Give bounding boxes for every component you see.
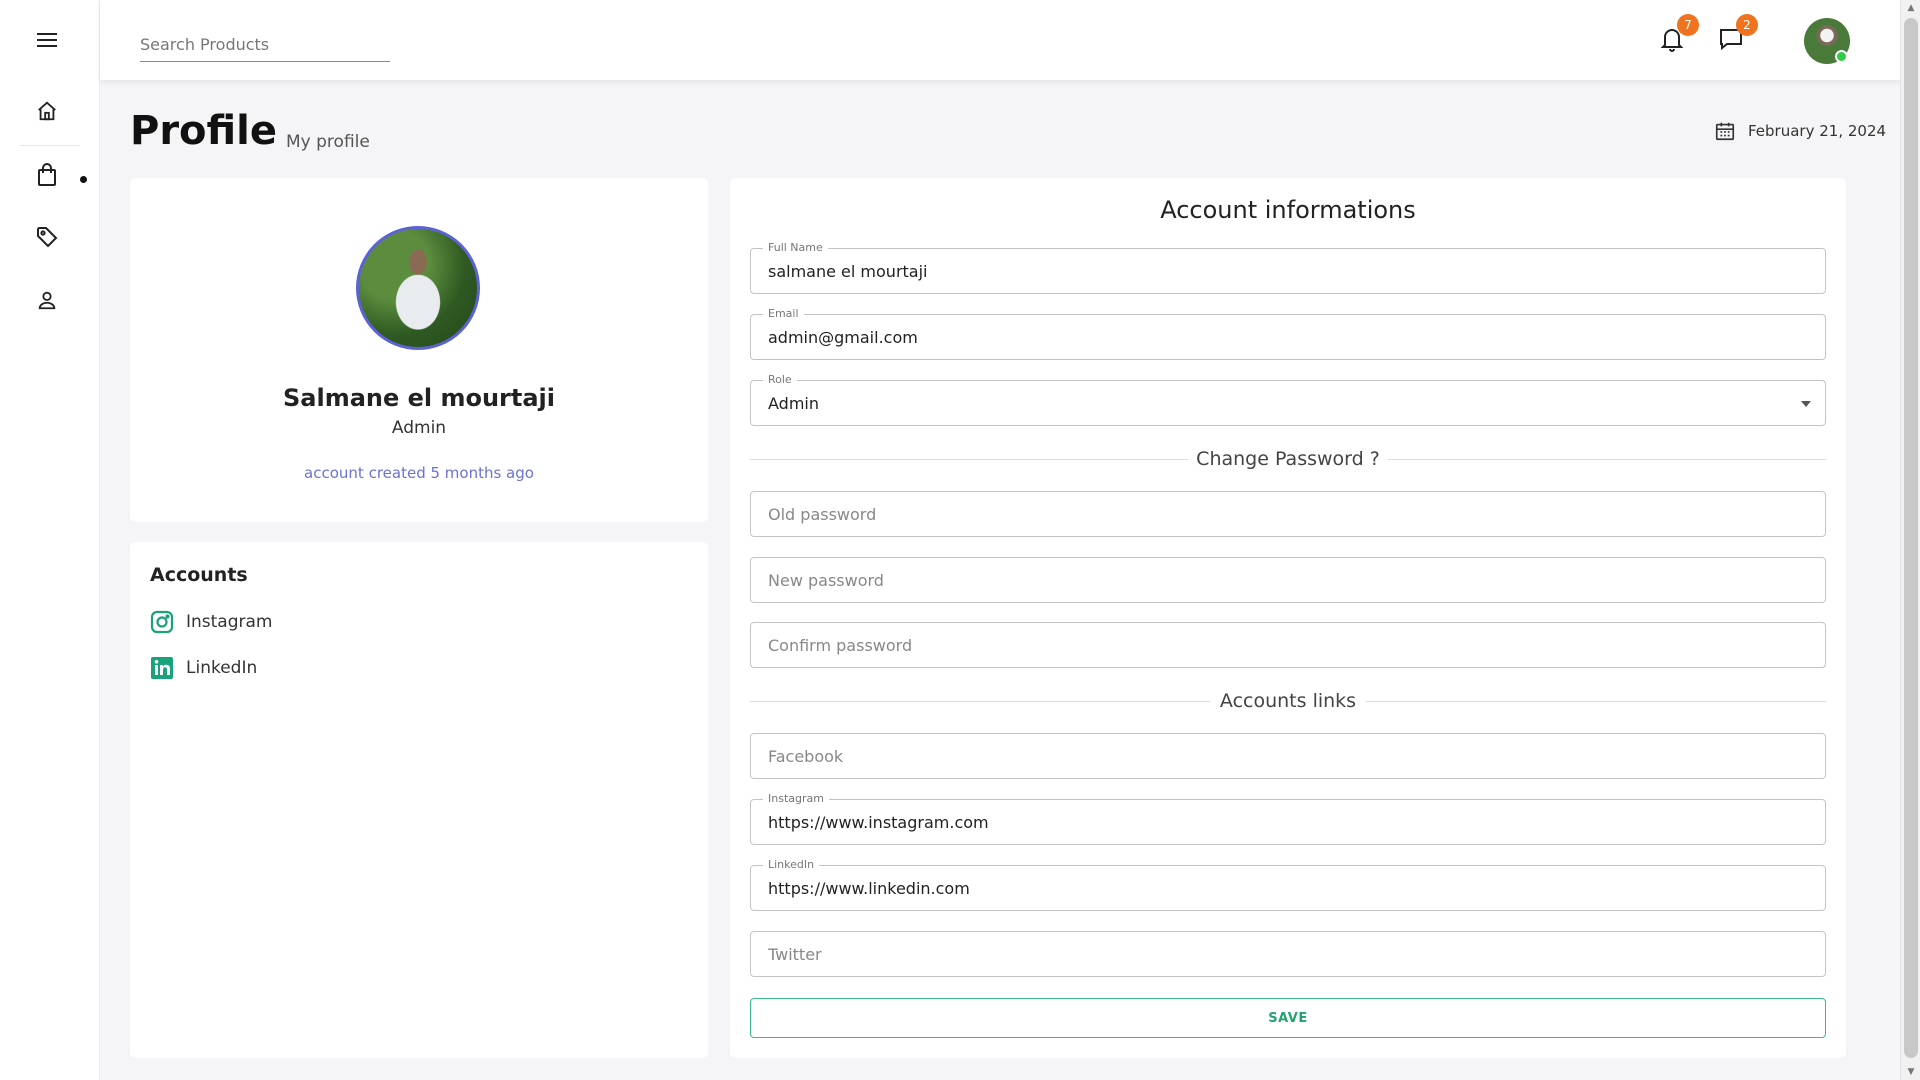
- scroll-thumb[interactable]: [1904, 18, 1918, 1058]
- full-name-field: Full Name: [750, 241, 1826, 294]
- user-icon[interactable]: [30, 283, 64, 317]
- old-password-field: [750, 491, 1826, 537]
- email-label: Email: [763, 307, 804, 320]
- online-status-dot: [1835, 50, 1848, 63]
- facebook-input[interactable]: [751, 734, 1825, 778]
- messages-badge: 2: [1736, 14, 1758, 36]
- account-item-label: Instagram: [186, 612, 273, 632]
- twitter-input[interactable]: [751, 932, 1825, 976]
- sidebar-divider: [20, 145, 80, 146]
- role-label: Role: [763, 373, 797, 386]
- email-input[interactable]: [751, 315, 1825, 359]
- shopping-bag-icon[interactable]: [30, 158, 64, 192]
- profile-role: Admin: [391, 418, 447, 438]
- account-created-text: account created 5 months ago: [304, 464, 534, 482]
- account-form-card: Account informations Full Name Email Rol…: [730, 178, 1846, 1058]
- linkedin-field: LinkedIn: [750, 858, 1826, 911]
- linkedin-input[interactable]: [751, 866, 1825, 910]
- active-indicator-dot: [80, 176, 87, 183]
- messages-chat-icon[interactable]: 2: [1714, 14, 1758, 56]
- full-name-input[interactable]: [751, 249, 1825, 293]
- topbar: 7 2: [100, 0, 1900, 80]
- sidebar: [0, 0, 100, 1080]
- twitter-field: [750, 931, 1826, 977]
- home-icon[interactable]: [30, 94, 64, 128]
- confirm-password-input[interactable]: [751, 623, 1825, 667]
- full-name-label: Full Name: [763, 241, 828, 254]
- instagram-field: Instagram: [750, 792, 1826, 845]
- new-password-input[interactable]: [751, 558, 1825, 602]
- accounts-card: Accounts Instagram LinkedIn: [130, 542, 708, 1058]
- confirm-password-field: [750, 622, 1826, 668]
- facebook-field: [750, 733, 1826, 779]
- instagram-input[interactable]: [751, 800, 1825, 844]
- date-display: February 21, 2024: [1714, 120, 1886, 142]
- notifications-badge: 7: [1677, 14, 1699, 36]
- scroll-down-icon[interactable]: ▼: [1905, 1066, 1917, 1078]
- old-password-input[interactable]: [751, 492, 1825, 536]
- accounts-links-heading: Accounts links: [1219, 690, 1357, 712]
- profile-name: Salmane el mourtaji: [282, 384, 556, 412]
- accounts-links-divider: Accounts links: [750, 690, 1826, 712]
- email-field: Email: [750, 307, 1826, 360]
- change-password-divider: Change Password ?: [750, 448, 1826, 470]
- tag-icon[interactable]: [30, 220, 64, 254]
- dropdown-caret-icon: [1801, 401, 1811, 407]
- instagram-label: Instagram: [763, 792, 829, 805]
- new-password-field: [750, 557, 1826, 603]
- menu-icon[interactable]: [30, 23, 64, 57]
- accounts-title: Accounts: [150, 564, 248, 586]
- save-button[interactable]: SAVE: [750, 998, 1826, 1038]
- change-password-heading: Change Password ?: [1196, 448, 1380, 470]
- notifications-bell-icon[interactable]: 7: [1655, 14, 1699, 56]
- calendar-icon: [1715, 122, 1735, 141]
- profile-card: Salmane el mourtaji Admin account create…: [130, 178, 708, 522]
- scroll-up-icon[interactable]: ▲: [1905, 2, 1917, 14]
- profile-avatar: [356, 226, 480, 350]
- linkedin-label: LinkedIn: [763, 858, 820, 871]
- page-title: Profile: [130, 108, 278, 154]
- role-select[interactable]: Role Admin: [750, 373, 1826, 426]
- account-item-linkedin[interactable]: LinkedIn: [150, 656, 257, 680]
- linkedin-icon: [151, 657, 173, 679]
- date-text: February 21, 2024: [1748, 122, 1887, 140]
- instagram-icon: [150, 610, 174, 634]
- account-item-instagram[interactable]: Instagram: [150, 610, 273, 634]
- account-item-label: LinkedIn: [186, 658, 258, 678]
- form-title: Account informations: [1160, 196, 1416, 224]
- role-selected-value: Admin: [768, 394, 819, 413]
- search-input[interactable]: [140, 28, 390, 62]
- page-subtitle: My profile: [286, 132, 370, 152]
- page-scrollbar[interactable]: ▲ ▼: [1900, 0, 1920, 1080]
